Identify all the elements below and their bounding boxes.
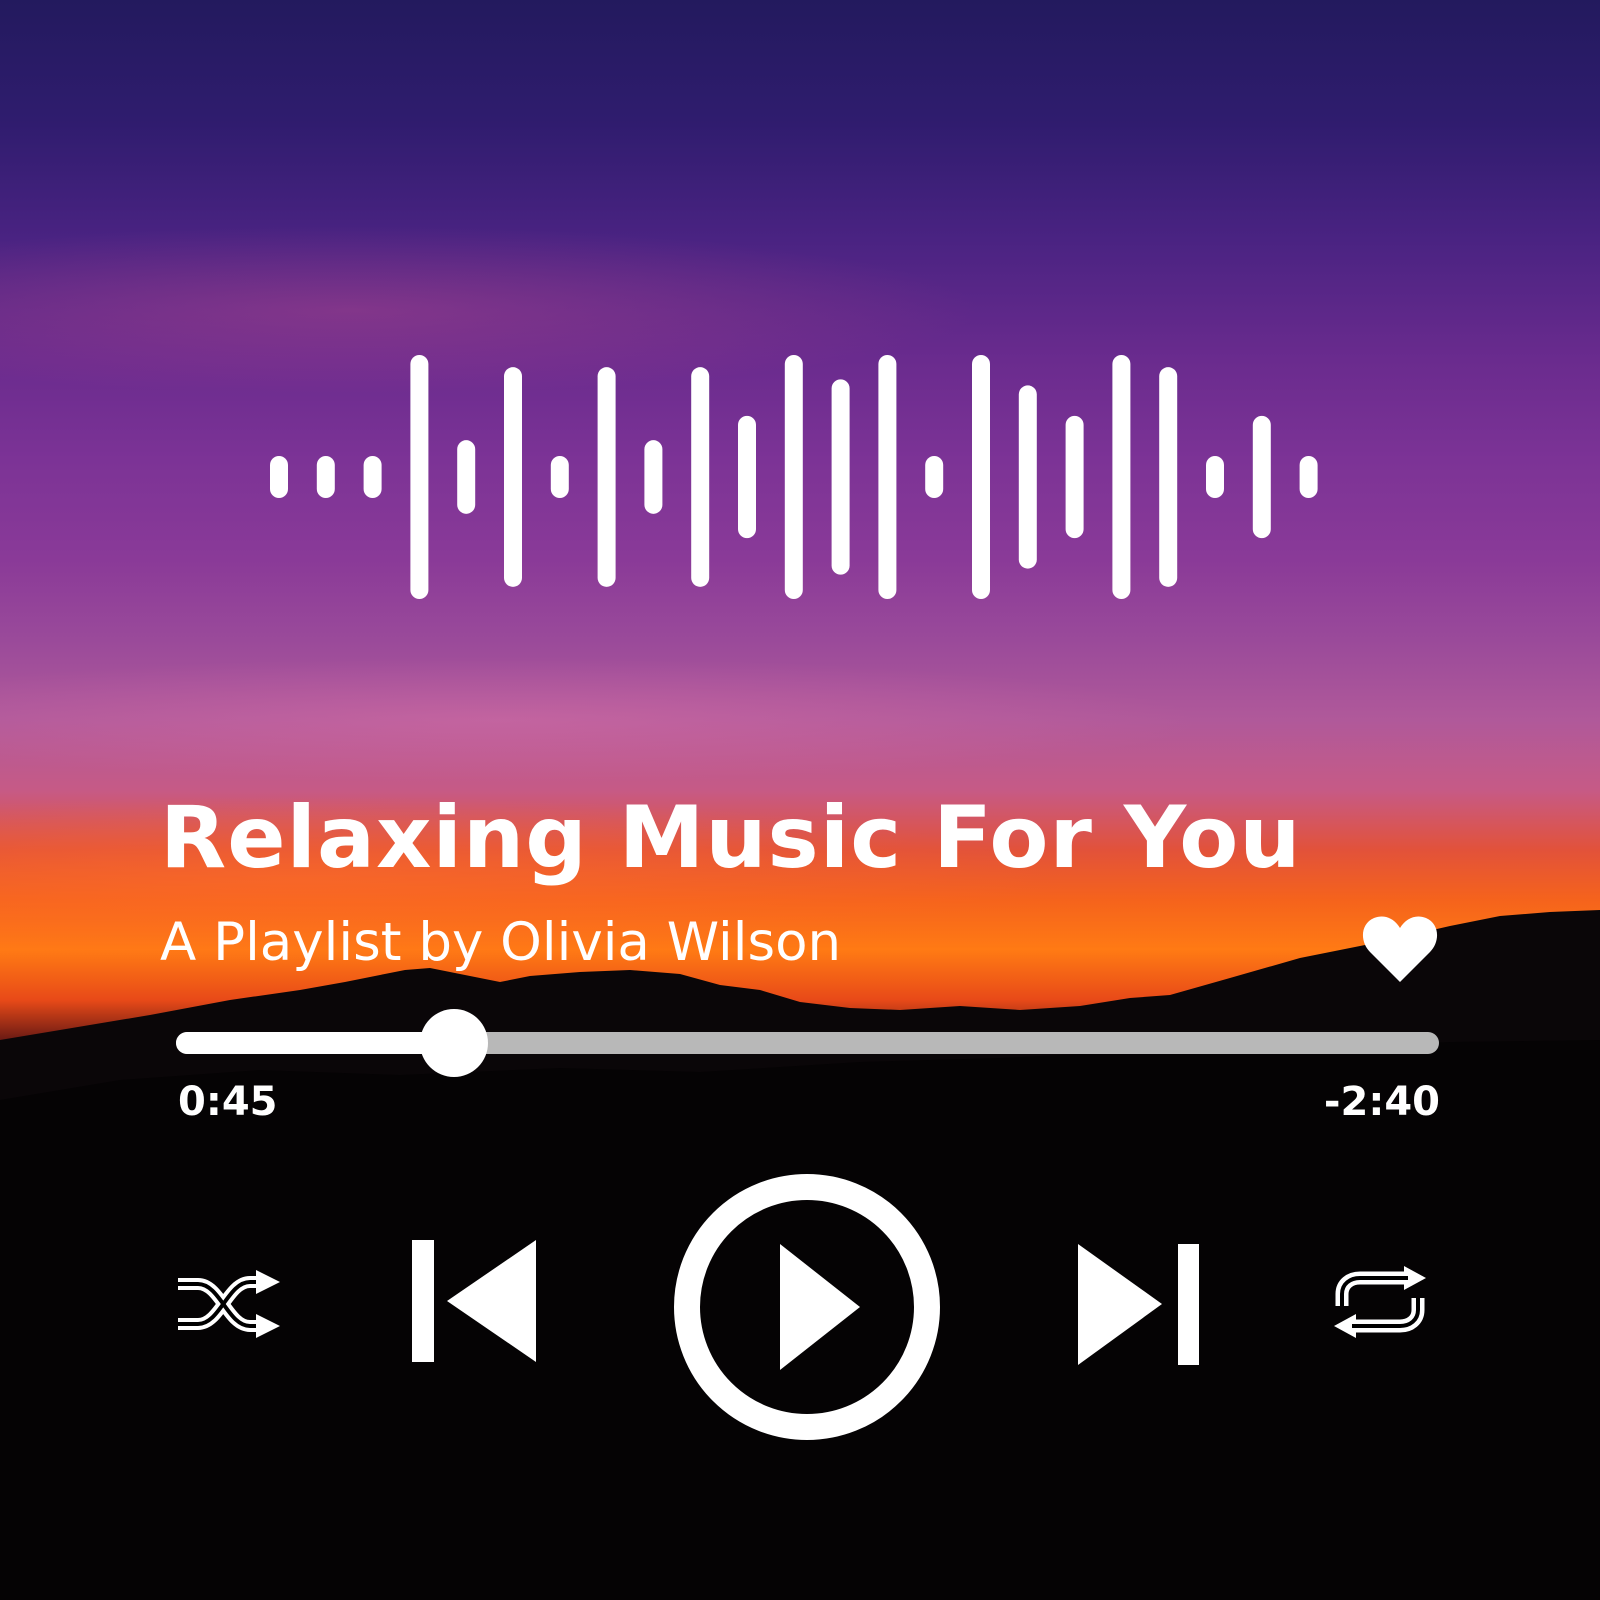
progress-fill xyxy=(176,1032,454,1054)
skip-previous-icon xyxy=(412,1240,536,1362)
progress-knob[interactable] xyxy=(419,1009,488,1077)
waveform-bar xyxy=(691,367,710,587)
waveform-bar xyxy=(878,355,897,599)
waveform-bar xyxy=(270,456,288,498)
waveform-bar xyxy=(410,355,429,599)
remaining-time: -2:40 xyxy=(1323,1079,1440,1125)
repeat-button[interactable] xyxy=(1334,1260,1426,1344)
waveform-bar xyxy=(1206,456,1224,498)
previous-track-button[interactable] xyxy=(412,1240,538,1364)
elapsed-time: 0:45 xyxy=(178,1079,278,1125)
play-button[interactable] xyxy=(670,1170,944,1444)
waveform-bar xyxy=(550,456,569,498)
waveform-bar xyxy=(738,415,756,539)
waveform-bar xyxy=(831,379,850,575)
skip-next-icon xyxy=(1078,1244,1199,1365)
like-button[interactable] xyxy=(1362,914,1438,984)
waveform-bar xyxy=(316,456,335,498)
waveform-bar xyxy=(644,440,663,514)
waveform-bar xyxy=(1252,415,1271,539)
waveform-bar xyxy=(1065,415,1084,539)
shuffle-icon xyxy=(178,1270,280,1338)
next-track-button[interactable] xyxy=(1078,1244,1200,1366)
waveform-bar xyxy=(457,440,476,514)
playlist-subtitle: A Playlist by Olivia Wilson xyxy=(160,912,842,973)
waveform-bar xyxy=(1159,367,1178,587)
waveform-bar xyxy=(1018,385,1037,569)
waveform-bar xyxy=(972,355,990,599)
waveform-bar xyxy=(1299,456,1318,498)
heart-icon xyxy=(1362,916,1438,982)
shuffle-button[interactable] xyxy=(176,1270,280,1338)
playback-progress-bar[interactable] xyxy=(176,1009,1439,1077)
play-icon xyxy=(674,1174,940,1440)
waveform-bar xyxy=(504,367,522,587)
waveform-bar xyxy=(597,367,616,587)
repeat-icon xyxy=(1334,1266,1426,1338)
waveform-bar xyxy=(925,456,944,498)
music-player-screen: Relaxing Music For You A Playlist by Oli… xyxy=(0,0,1600,1600)
waveform-bar xyxy=(1112,355,1131,599)
waveform-bar xyxy=(363,456,382,498)
waveform-bar xyxy=(784,355,803,599)
playlist-title: Relaxing Music For You xyxy=(160,788,1302,888)
